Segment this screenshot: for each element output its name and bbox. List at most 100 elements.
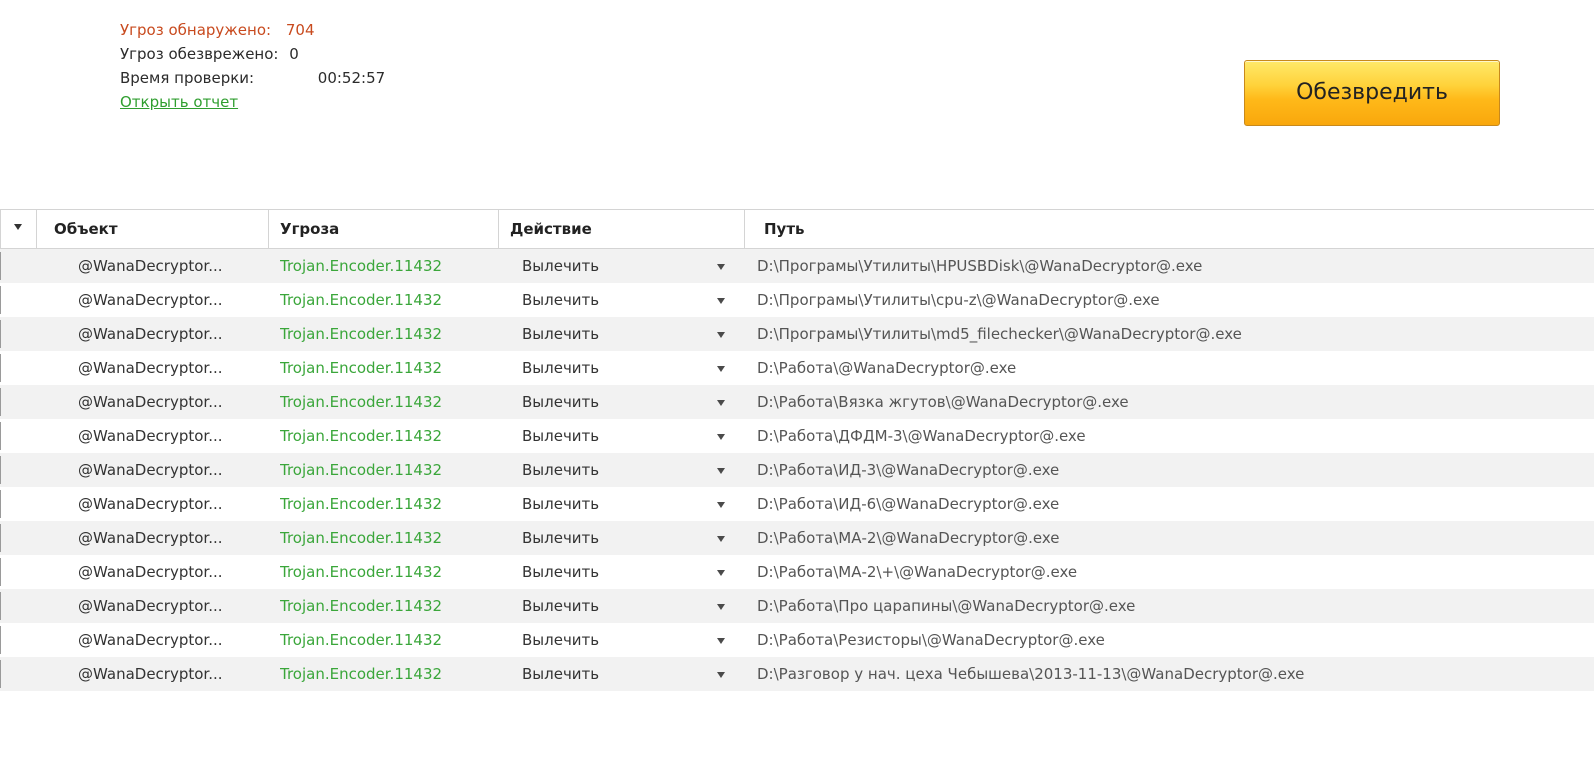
object-cell: @WanaDecryptor... — [78, 359, 223, 377]
threat-cell: Trojan.Encoder.11432 — [280, 597, 443, 615]
sort-down-arrow-icon[interactable] — [14, 224, 22, 230]
path-cell: D:\Работа\Вязка жгутов\@WanaDecryptor@.e… — [757, 393, 1129, 411]
path-cell: D:\Работа\Резисторы\@WanaDecryptor@.exe — [757, 631, 1105, 649]
table-row[interactable]: @WanaDecryptor... Trojan.Encoder.11432 В… — [0, 589, 1594, 623]
path-cell: D:\Разговор у нач. цеха Чебышева\2013-11… — [757, 665, 1305, 683]
table-row[interactable]: @WanaDecryptor... Trojan.Encoder.11432 В… — [0, 487, 1594, 521]
threat-cell: Trojan.Encoder.11432 — [280, 563, 443, 581]
action-select[interactable]: Вылечить — [522, 589, 702, 623]
open-report-link[interactable]: Открыть отчет — [120, 93, 238, 111]
path-cell: D:\Работа\ИД-6\@WanaDecryptor@.exe — [757, 495, 1060, 513]
action-dropdown-button[interactable] — [714, 385, 730, 419]
table-row[interactable]: @WanaDecryptor... Trojan.Encoder.11432 В… — [0, 623, 1594, 657]
action-dropdown-button[interactable] — [714, 657, 730, 691]
column-header-object[interactable]: Объект — [44, 210, 268, 248]
object-cell: @WanaDecryptor... — [78, 631, 223, 649]
action-select[interactable]: Вылечить — [522, 385, 702, 419]
action-dropdown-button[interactable] — [714, 249, 730, 283]
path-cell: D:\Програмы\Утилиты\md5_filechecker\@Wan… — [757, 325, 1242, 343]
table-row[interactable]: @WanaDecryptor... Trojan.Encoder.11432 В… — [0, 283, 1594, 317]
action-dropdown-button[interactable] — [714, 453, 730, 487]
scan-time-row: Время проверки: 00:52:57 — [120, 66, 385, 90]
object-cell: @WanaDecryptor... — [78, 529, 223, 547]
action-select[interactable]: Вылечить — [522, 453, 702, 487]
scan-time-label: Время проверки: — [120, 69, 255, 87]
chevron-down-icon — [717, 672, 725, 678]
table-row[interactable]: @WanaDecryptor... Trojan.Encoder.11432 В… — [0, 249, 1594, 283]
action-select[interactable]: Вылечить — [522, 555, 702, 589]
column-header-path[interactable]: Путь — [754, 210, 1574, 248]
table-row[interactable]: @WanaDecryptor... Trojan.Encoder.11432 В… — [0, 555, 1594, 589]
object-cell: @WanaDecryptor... — [78, 495, 223, 513]
object-cell: @WanaDecryptor... — [78, 461, 223, 479]
action-dropdown-button[interactable] — [714, 283, 730, 317]
action-select[interactable]: Вылечить — [522, 623, 702, 657]
threat-cell: Trojan.Encoder.11432 — [280, 325, 443, 343]
path-cell: D:\Програмы\Утилиты\HPUSBDisk\@WanaDecry… — [757, 257, 1203, 275]
threat-cell: Trojan.Encoder.11432 — [280, 529, 443, 547]
chevron-down-icon — [717, 468, 725, 474]
chevron-down-icon — [717, 366, 725, 372]
action-dropdown-button[interactable] — [714, 351, 730, 385]
action-select[interactable]: Вылечить — [522, 283, 702, 317]
action-select[interactable]: Вылечить — [522, 249, 702, 283]
path-cell: D:\Работа\МА-2\+\@WanaDecryptor@.exe — [757, 563, 1078, 581]
table-row[interactable]: @WanaDecryptor... Trojan.Encoder.11432 В… — [0, 419, 1594, 453]
table-row[interactable]: @WanaDecryptor... Trojan.Encoder.11432 В… — [0, 351, 1594, 385]
action-select[interactable]: Вылечить — [522, 521, 702, 555]
table-row[interactable]: @WanaDecryptor... Trojan.Encoder.11432 В… — [0, 317, 1594, 351]
chevron-down-icon — [717, 536, 725, 542]
action-dropdown-button[interactable] — [714, 555, 730, 589]
action-select[interactable]: Вылечить — [522, 317, 702, 351]
action-select[interactable]: Вылечить — [522, 657, 702, 691]
action-dropdown-button[interactable] — [714, 419, 730, 453]
chevron-down-icon — [717, 502, 725, 508]
action-select[interactable]: Вылечить — [522, 487, 702, 521]
threats-found-value: 704 — [285, 21, 315, 39]
report-row: Открыть отчет — [120, 90, 385, 114]
object-cell: @WanaDecryptor... — [78, 563, 223, 581]
threat-cell: Trojan.Encoder.11432 — [280, 427, 443, 445]
object-cell: @WanaDecryptor... — [78, 325, 223, 343]
neutralize-button[interactable]: Обезвредить — [1244, 60, 1500, 126]
threats-cleaned-value: 0 — [289, 45, 299, 63]
chevron-down-icon — [717, 604, 725, 610]
threat-cell: Trojan.Encoder.11432 — [280, 495, 443, 513]
table-row[interactable]: @WanaDecryptor... Trojan.Encoder.11432 В… — [0, 385, 1594, 419]
object-cell: @WanaDecryptor... — [78, 427, 223, 445]
threats-table: Объект Угроза Действие Путь @WanaDecrypt… — [0, 209, 1594, 691]
chevron-down-icon — [717, 400, 725, 406]
table-row[interactable]: @WanaDecryptor... Trojan.Encoder.11432 В… — [0, 521, 1594, 555]
action-dropdown-button[interactable] — [714, 487, 730, 521]
chevron-down-icon — [717, 570, 725, 576]
column-header-threat[interactable]: Угроза — [270, 210, 498, 248]
action-dropdown-button[interactable] — [714, 317, 730, 351]
scan-summary: Угроз обнаружено: 704 Угроз обезврежено:… — [120, 18, 385, 114]
chevron-down-icon — [717, 434, 725, 440]
threats-cleaned-label: Угроз обезврежено: — [120, 45, 279, 63]
chevron-down-icon — [717, 332, 725, 338]
object-cell: @WanaDecryptor... — [78, 665, 223, 683]
table-header: Объект Угроза Действие Путь — [0, 209, 1594, 249]
object-cell: @WanaDecryptor... — [78, 393, 223, 411]
threat-cell: Trojan.Encoder.11432 — [280, 461, 443, 479]
action-dropdown-button[interactable] — [714, 623, 730, 657]
path-cell: D:\Работа\ИД-3\@WanaDecryptor@.exe — [757, 461, 1060, 479]
object-cell: @WanaDecryptor... — [78, 597, 223, 615]
threat-cell: Trojan.Encoder.11432 — [280, 359, 443, 377]
threat-cell: Trojan.Encoder.11432 — [280, 631, 443, 649]
action-dropdown-button[interactable] — [714, 589, 730, 623]
threats-cleaned-row: Угроз обезврежено: 0 — [120, 42, 385, 66]
table-row[interactable]: @WanaDecryptor... Trojan.Encoder.11432 В… — [0, 453, 1594, 487]
table-row[interactable]: @WanaDecryptor... Trojan.Encoder.11432 В… — [0, 657, 1594, 691]
action-select[interactable]: Вылечить — [522, 351, 702, 385]
path-cell: D:\Програмы\Утилиты\cpu-z\@WanaDecryptor… — [757, 291, 1160, 309]
table-body: @WanaDecryptor... Trojan.Encoder.11432 В… — [0, 249, 1594, 691]
path-cell: D:\Работа\Про царапины\@WanaDecryptor@.e… — [757, 597, 1136, 615]
action-select[interactable]: Вылечить — [522, 419, 702, 453]
action-dropdown-button[interactable] — [714, 521, 730, 555]
threat-cell: Trojan.Encoder.11432 — [280, 291, 443, 309]
threat-cell: Trojan.Encoder.11432 — [280, 257, 443, 275]
column-header-action[interactable]: Действие — [500, 210, 744, 248]
scan-time-value: 00:52:57 — [317, 69, 386, 87]
